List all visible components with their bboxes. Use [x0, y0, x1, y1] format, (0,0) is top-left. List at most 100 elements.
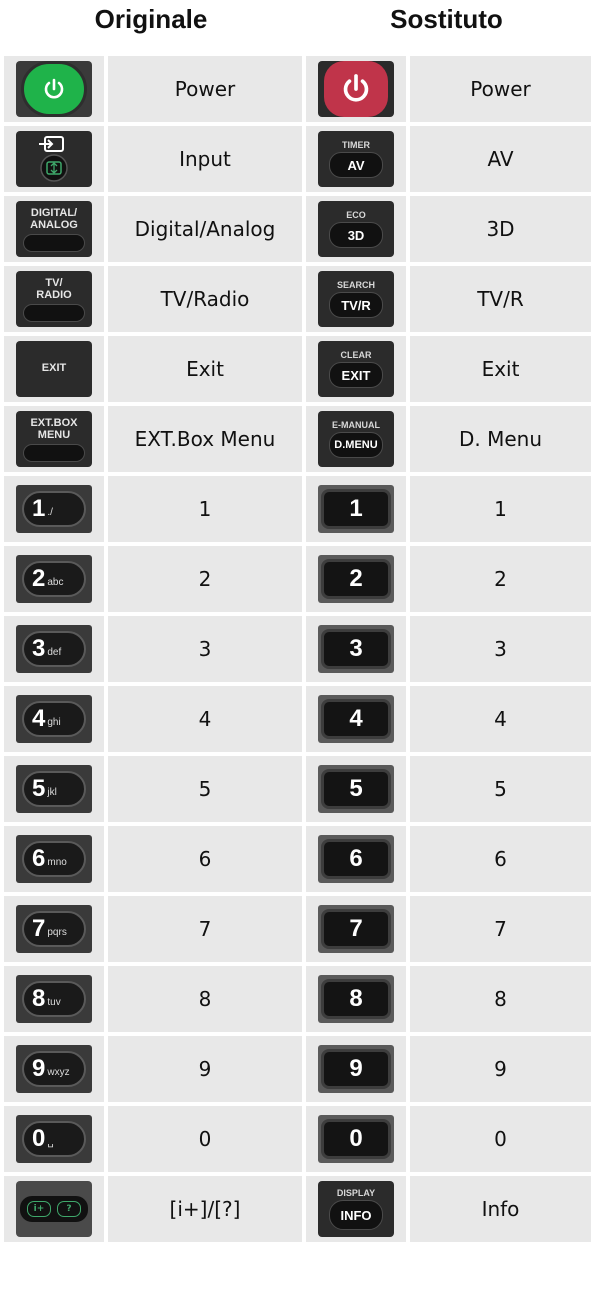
button-digit: 9: [321, 1049, 391, 1089]
substitute-label: D. Menu: [406, 402, 591, 476]
original-label: 1: [104, 472, 306, 546]
table-row: Input TIMER AV AV: [0, 122, 591, 196]
button-digit: 5: [321, 769, 391, 809]
button-digit: 4: [321, 699, 391, 739]
substitute-button-image: CLEAR EXIT: [302, 332, 410, 406]
table-row: 0 ␣ 0 0 0: [0, 1102, 591, 1176]
button-sub-chars: mno: [47, 856, 67, 868]
button-pill: [23, 233, 85, 252]
button-pill-label: EXIT: [329, 362, 383, 388]
original-button-image: EXT.BOX MENU: [0, 402, 108, 476]
button-digit: 8: [321, 979, 391, 1019]
original-button-image: 1 ./: [0, 472, 108, 546]
button-digit: 2: [32, 565, 46, 592]
substitute-label: 3D: [406, 192, 591, 266]
button-top-caption: SEARCH: [336, 280, 375, 290]
button-digit: 1: [32, 495, 46, 522]
button-digit: 5: [32, 775, 46, 802]
substitute-button-image: 9: [302, 1032, 410, 1106]
original-button-image: 0 ␣: [0, 1102, 108, 1176]
button-caption: EXT.BOX MENU: [30, 416, 78, 441]
substitute-label: 3: [406, 612, 591, 686]
substitute-label: AV: [406, 122, 591, 196]
original-button-image: EXIT: [0, 332, 108, 406]
substitute-button-image: 4: [302, 682, 410, 756]
substitute-label: 7: [406, 892, 591, 966]
original-button-image: 9 wxyz: [0, 1032, 108, 1106]
substitute-button-image: [302, 52, 410, 126]
button-sub-chars: abc: [47, 576, 64, 588]
button-pill-label: INFO: [329, 1200, 383, 1230]
original-button-image: DIGITAL/ ANALOG: [0, 192, 108, 266]
substitute-button-image: 0: [302, 1102, 410, 1176]
button-caption: EXIT: [41, 361, 67, 374]
table-row: DIGITAL/ ANALOG Digital/Analog ECO 3D 3D: [0, 192, 591, 266]
substitute-button-image: E-MANUAL D.MENU: [302, 402, 410, 476]
info-help-pill: i+ ?: [19, 1195, 89, 1223]
button-top-caption: ECO: [346, 210, 366, 220]
original-label: 2: [104, 542, 306, 616]
button-sub-chars: def: [47, 646, 62, 658]
help-icon: ?: [57, 1201, 81, 1217]
substitute-label: Info: [406, 1172, 591, 1246]
substitute-button-image: 7: [302, 892, 410, 966]
button-sub-chars: ghi: [47, 716, 61, 728]
original-label: TV/Radio: [104, 262, 306, 336]
substitute-button-image: DISPLAY INFO: [302, 1172, 410, 1246]
button-digit: 8: [32, 985, 46, 1012]
original-button-image: 6 mno: [0, 822, 108, 896]
remote-button-mapping-table: Power Power Input TIMER AV AV DIGITAL/ A…: [0, 52, 591, 1246]
button-digit: 9: [32, 1055, 46, 1082]
button-sub-chars: wxyz: [47, 1066, 70, 1078]
original-button-image: 4 ghi: [0, 682, 108, 756]
substitute-label: 4: [406, 682, 591, 756]
table-row: 8 tuv 8 8 8: [0, 962, 591, 1036]
button-top-caption: TIMER: [342, 140, 370, 150]
input-source-icon: [39, 136, 68, 182]
button-caption: DIGITAL/ ANALOG: [30, 206, 78, 231]
substitute-label: 8: [406, 962, 591, 1036]
button-sub-chars: pqrs: [47, 926, 67, 938]
original-button-image: 7 pqrs: [0, 892, 108, 966]
table-row: 4 ghi 4 4 4: [0, 682, 591, 756]
original-button-image: 3 def: [0, 612, 108, 686]
original-button-image: i+ ?: [0, 1172, 108, 1246]
substitute-button-image: 1: [302, 472, 410, 546]
table-row: 9 wxyz 9 9 9: [0, 1032, 591, 1106]
substitute-label: 9: [406, 1032, 591, 1106]
button-digit: 3: [321, 629, 391, 669]
original-label: Digital/Analog: [104, 192, 306, 266]
original-label: 9: [104, 1032, 306, 1106]
original-button-image: 8 tuv: [0, 962, 108, 1036]
substitute-button-image: 2: [302, 542, 410, 616]
button-pill-label: D.MENU: [329, 432, 383, 458]
button-pill-label: AV: [329, 152, 383, 178]
button-sub-chars: ./: [47, 506, 53, 518]
original-label: Power: [104, 52, 306, 126]
button-top-caption: DISPLAY: [336, 1188, 376, 1198]
substitute-button-image: 5: [302, 752, 410, 826]
original-button-image: [0, 122, 108, 196]
table-row: 3 def 3 3 3: [0, 612, 591, 686]
original-label: 0: [104, 1102, 306, 1176]
original-label: EXT.Box Menu: [104, 402, 306, 476]
button-sub-chars: tuv: [47, 996, 61, 1008]
original-button-image: [0, 52, 108, 126]
original-label: 7: [104, 892, 306, 966]
substitute-label: 6: [406, 822, 591, 896]
substitute-button-image: 6: [302, 822, 410, 896]
original-label: Input: [104, 122, 306, 196]
button-digit: 0: [32, 1125, 46, 1152]
button-pill: [23, 303, 85, 322]
button-digit: 3: [32, 635, 46, 662]
table-row: 7 pqrs 7 7 7: [0, 892, 591, 966]
original-label: 3: [104, 612, 306, 686]
table-row: 1 ./ 1 1 1: [0, 472, 591, 546]
power-icon: [324, 61, 388, 117]
button-pill: [23, 443, 85, 462]
table-row: Power Power: [0, 52, 591, 126]
button-top-caption: E-MANUAL: [332, 420, 380, 430]
original-label: [i+]/[?]: [104, 1172, 306, 1246]
column-title-substitute: Sostituto: [390, 4, 503, 34]
original-button-image: 5 jkl: [0, 752, 108, 826]
